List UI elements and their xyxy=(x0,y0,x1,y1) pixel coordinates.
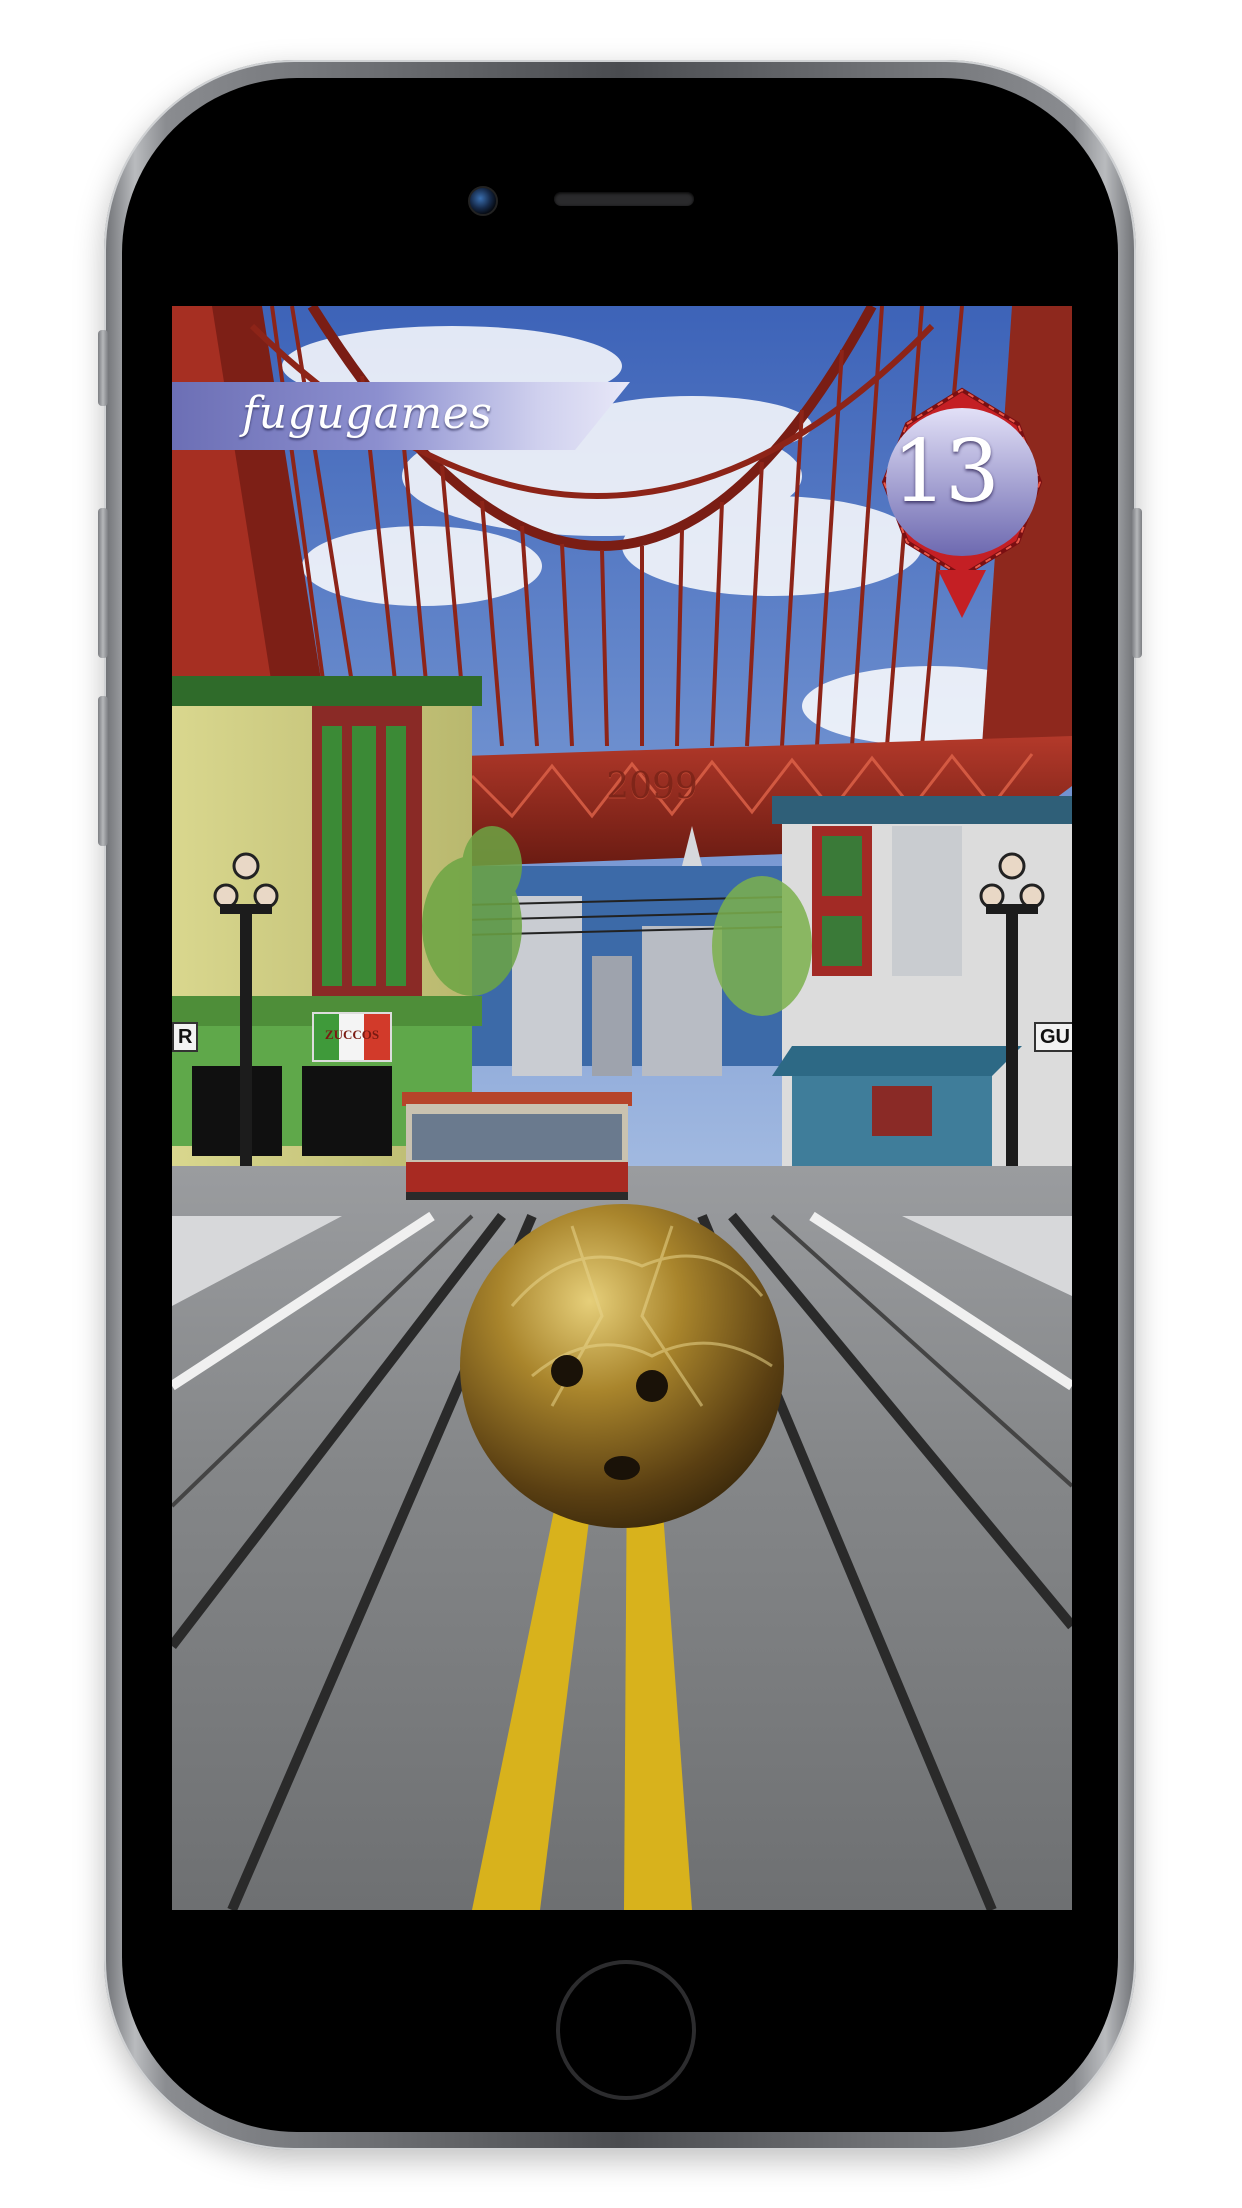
front-camera xyxy=(468,186,498,216)
power-button xyxy=(1132,508,1142,658)
shop-sign-right: GU xyxy=(1034,1022,1072,1052)
mute-switch xyxy=(98,330,108,406)
thumb-hole xyxy=(604,1456,640,1480)
earpiece-speaker xyxy=(554,192,694,206)
bowling-ball[interactable] xyxy=(460,1204,784,1528)
storefront-sign: ZUCCOS xyxy=(312,1012,392,1062)
game-screen[interactable]: 2099 R GU ZUCCOS fugugames 13 xyxy=(172,306,1072,1910)
volume-up-button xyxy=(98,508,108,658)
device-frame: 2099 R GU ZUCCOS fugugames 13 xyxy=(0,0,1242,2208)
player-name: fugugames xyxy=(242,388,493,439)
score-value: 13 xyxy=(892,422,999,522)
bridge-year-label: 2099 xyxy=(606,766,698,807)
distant-tower xyxy=(512,896,582,1076)
shop-sign-left: R xyxy=(172,1022,199,1052)
volume-down-button xyxy=(98,696,108,846)
score-badge: 13 xyxy=(840,362,1050,622)
cable-car xyxy=(402,1092,632,1200)
player-name-banner: fugugames xyxy=(172,382,630,450)
finger-hole xyxy=(551,1355,583,1387)
finger-hole xyxy=(636,1370,668,1402)
tree-right xyxy=(712,876,812,1016)
home-button[interactable] xyxy=(556,1960,696,2100)
